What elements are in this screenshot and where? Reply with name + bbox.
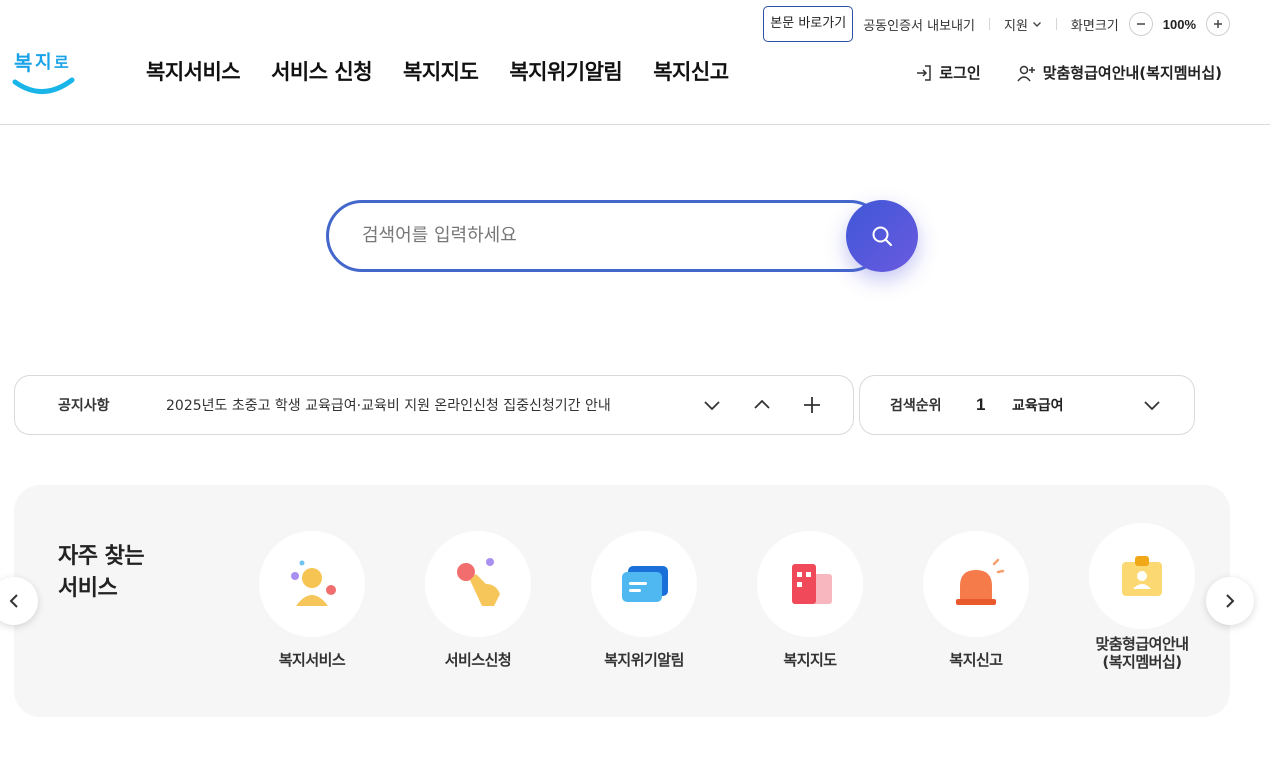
title-line-2: 서비스 bbox=[58, 576, 118, 601]
notice-prev-button[interactable] bbox=[748, 391, 776, 419]
chevron-down-icon bbox=[1032, 22, 1041, 27]
svg-text:로: 로 bbox=[54, 53, 69, 72]
service-apply[interactable]: 서비스신청 bbox=[413, 531, 543, 669]
search-button[interactable] bbox=[846, 200, 918, 272]
plus-icon bbox=[1214, 20, 1222, 28]
service-membership[interactable]: 맞춤형급여안내 (복지멤버십) bbox=[1077, 523, 1207, 671]
header-actions: 로그인 맞춤형급여안내(복지멤버십) bbox=[915, 62, 1222, 83]
membership-link[interactable]: 맞춤형급여안내(복지멤버십) bbox=[1017, 62, 1222, 83]
nav-item-welfare-report[interactable]: 복지신고 bbox=[653, 56, 729, 86]
service-icon-circle bbox=[259, 531, 365, 637]
notice-next-button[interactable] bbox=[698, 391, 726, 419]
support-dropdown[interactable]: 지원 bbox=[1004, 15, 1042, 34]
svg-text:복: 복 bbox=[14, 51, 32, 75]
zoom-out-button[interactable] bbox=[1128, 12, 1153, 36]
ranking-keyword[interactable]: 교육급여 bbox=[1012, 395, 1140, 415]
siren-icon bbox=[956, 558, 1005, 605]
nav-item-welfare-map[interactable]: 복지지도 bbox=[403, 56, 479, 86]
service-crisis-alert[interactable]: 복지위기알림 bbox=[579, 531, 709, 669]
page: 본문 바로가기 공동인증서 내보내기 지원 화면크기 100% 복 지 로 복지… bbox=[0, 0, 1270, 762]
service-welfare-map[interactable]: 복지지도 bbox=[745, 531, 875, 669]
svg-text:지: 지 bbox=[35, 52, 52, 73]
cert-export-link[interactable]: 공동인증서 내보내기 bbox=[863, 15, 975, 34]
service-label: 복지지도 bbox=[783, 651, 837, 669]
divider bbox=[1055, 18, 1057, 30]
nav-item-crisis-alert[interactable]: 복지위기알림 bbox=[509, 56, 622, 86]
minus-icon bbox=[1136, 23, 1145, 25]
chevron-up-icon bbox=[754, 399, 770, 409]
service-icon-circle bbox=[757, 531, 863, 637]
title-line-1: 자주 찾는 bbox=[58, 544, 145, 569]
service-label: 맞춤형급여안내 (복지멤버십) bbox=[1077, 635, 1207, 671]
zoom-label: 화면크기 bbox=[1070, 18, 1119, 34]
id-card-icon bbox=[1122, 556, 1162, 596]
support-label: 지원 bbox=[1003, 18, 1028, 34]
frequent-services-title: 자주 찾는 서비스 bbox=[58, 541, 145, 605]
chevron-down-icon bbox=[704, 401, 720, 411]
utility-bar: 본문 바로가기 공동인증서 내보내기 지원 화면크기 100% bbox=[763, 6, 1230, 42]
zoom-value: 100% bbox=[1162, 16, 1196, 32]
divider bbox=[988, 18, 990, 30]
search-ranking: 검색순위 1 교육급여 bbox=[859, 375, 1195, 435]
skip-to-content-link[interactable]: 본문 바로가기 bbox=[763, 6, 854, 42]
service-label: 서비스신청 bbox=[444, 651, 512, 669]
service-welfare-report[interactable]: 복지신고 bbox=[911, 531, 1041, 669]
header-divider bbox=[0, 124, 1270, 125]
login-label: 로그인 bbox=[939, 64, 981, 82]
plus-icon bbox=[804, 397, 820, 413]
service-label: 복지신고 bbox=[949, 651, 1003, 669]
zoom-in-button[interactable] bbox=[1206, 12, 1230, 36]
login-link[interactable]: 로그인 bbox=[915, 62, 981, 83]
chevron-left-icon bbox=[9, 594, 18, 608]
ranking-label: 검색순위 bbox=[890, 398, 942, 414]
person-icon bbox=[291, 560, 336, 606]
chevron-right-icon bbox=[1226, 594, 1235, 608]
search-bar bbox=[326, 200, 918, 272]
service-icon-circle bbox=[591, 531, 697, 637]
service-label: 복지위기알림 bbox=[604, 651, 684, 669]
main-nav: 복지서비스 서비스 신청 복지지도 복지위기알림 복지신고 bbox=[146, 56, 760, 86]
membership-label: 맞춤형급여안내(복지멤버십) bbox=[1042, 64, 1222, 82]
service-icon-circle bbox=[923, 531, 1029, 637]
hand-tap-icon bbox=[457, 558, 500, 606]
frequent-services-panel: 자주 찾는 서비스 복지서비스 서비스신청 복지위기알림 복지지도 복지신고 맞… bbox=[14, 485, 1230, 717]
chevron-down-icon bbox=[1144, 401, 1160, 411]
notice-text[interactable]: 2025년도 초중고 학생 교육급여·교육비 지원 온라인신청 집중신청기간 안… bbox=[166, 395, 686, 415]
carousel-next-button[interactable] bbox=[1206, 577, 1254, 625]
service-icon-circle bbox=[425, 531, 531, 637]
search-input[interactable] bbox=[362, 220, 822, 250]
notice-more-button[interactable] bbox=[798, 391, 826, 419]
service-label: 복지서비스 bbox=[278, 651, 346, 669]
logo-icon: 복 지 로 bbox=[12, 51, 75, 94]
nav-item-service-apply[interactable]: 서비스 신청 bbox=[271, 56, 372, 86]
service-welfare-service[interactable]: 복지서비스 bbox=[247, 531, 377, 669]
site-logo[interactable]: 복 지 로 bbox=[12, 44, 76, 100]
search-icon bbox=[872, 226, 893, 247]
notice-label: 공지사항 bbox=[58, 398, 110, 414]
add-user-icon bbox=[1017, 65, 1035, 81]
notice-controls bbox=[698, 391, 826, 419]
chat-bubble-icon bbox=[622, 566, 668, 602]
nav-item-welfare-service[interactable]: 복지서비스 bbox=[146, 56, 241, 86]
ranking-expand-button[interactable] bbox=[1142, 395, 1162, 415]
login-icon bbox=[917, 64, 932, 81]
service-label-line-1: 맞춤형급여안내 bbox=[1095, 635, 1189, 653]
building-map-icon bbox=[792, 564, 832, 604]
service-icon-circle bbox=[1089, 523, 1195, 629]
ranking-number: 1 bbox=[976, 395, 986, 414]
notice-bar: 공지사항 2025년도 초중고 학생 교육급여·교육비 지원 온라인신청 집중신… bbox=[14, 375, 854, 435]
service-label-line-2: (복지멤버십) bbox=[1102, 653, 1182, 671]
